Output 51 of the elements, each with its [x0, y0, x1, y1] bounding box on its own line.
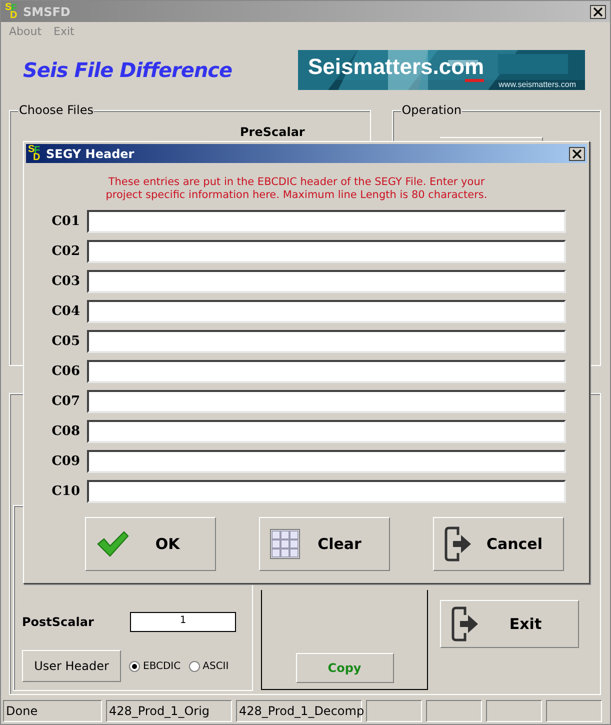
- input-field[interactable]: [87, 210, 566, 233]
- exit-button[interactable]: Exit: [440, 600, 579, 648]
- info-message: These entries are put in the EBCDIC header of the SEGY File. Enter your project specific information here. Maximum line Length is 80 characters.: [104, 176, 488, 202]
- status-panel: [426, 700, 482, 722]
- field-label: C03: [50, 274, 81, 289]
- input-field[interactable]: [87, 390, 566, 413]
- input-field[interactable]: [87, 300, 566, 323]
- status-panel: 428_Prod_1_Decomp: [236, 700, 362, 722]
- group-title: Choose Files: [18, 103, 94, 117]
- input-field[interactable]: [87, 480, 566, 503]
- close-icon[interactable]: [590, 4, 606, 18]
- banner-brand: Seismatters.com: [308, 55, 484, 79]
- status-panel: 428_Prod_1_Orig: [106, 700, 232, 722]
- field-label: C06: [50, 364, 81, 379]
- dialog-button[interactable]: Cancel: [433, 517, 564, 571]
- field-label: C01: [50, 214, 81, 229]
- input-field[interactable]: [87, 360, 566, 383]
- status-panel: [546, 700, 602, 722]
- field-label: C04: [50, 304, 81, 319]
- close-icon[interactable]: [569, 146, 585, 160]
- radio-label: ASCII: [202, 660, 229, 672]
- banner-url: www.seismatters.com: [498, 80, 576, 89]
- field-label: C10: [50, 484, 81, 499]
- app-title: Seis File Difference: [23, 58, 232, 82]
- input-field[interactable]: [87, 450, 566, 473]
- checkmark-icon: [96, 530, 130, 558]
- field-label: C07: [50, 394, 81, 409]
- prescalar-label: PreScalar: [240, 125, 306, 139]
- dialog-title: SEGY Header: [46, 146, 136, 160]
- window-title: SMSFD: [23, 4, 72, 18]
- field-label: C08: [50, 424, 81, 439]
- group-title: Operation: [400, 103, 462, 117]
- field-label: C05: [50, 334, 81, 349]
- grid-icon: [270, 529, 300, 559]
- input-field[interactable]: [87, 420, 566, 443]
- dialog-button[interactable]: OK: [85, 517, 216, 571]
- dialog-button[interactable]: Clear: [259, 517, 390, 571]
- user-header-button[interactable]: User Header: [22, 650, 121, 682]
- input-field[interactable]: [87, 270, 566, 293]
- status-panel: [366, 700, 422, 722]
- radio-label: EBCDIC: [143, 660, 181, 672]
- radio-button[interactable]: [129, 660, 140, 672]
- field-label: C09: [50, 454, 81, 469]
- field-label: C02: [50, 244, 81, 259]
- postscalar-field[interactable]: 1: [130, 612, 236, 632]
- status-panel: Done: [3, 700, 102, 722]
- input-field[interactable]: [87, 240, 566, 263]
- status-panel: [486, 700, 542, 722]
- radio-button[interactable]: [188, 660, 200, 672]
- input-field[interactable]: [87, 330, 566, 353]
- postscalar-label: PostScalar: [22, 615, 95, 629]
